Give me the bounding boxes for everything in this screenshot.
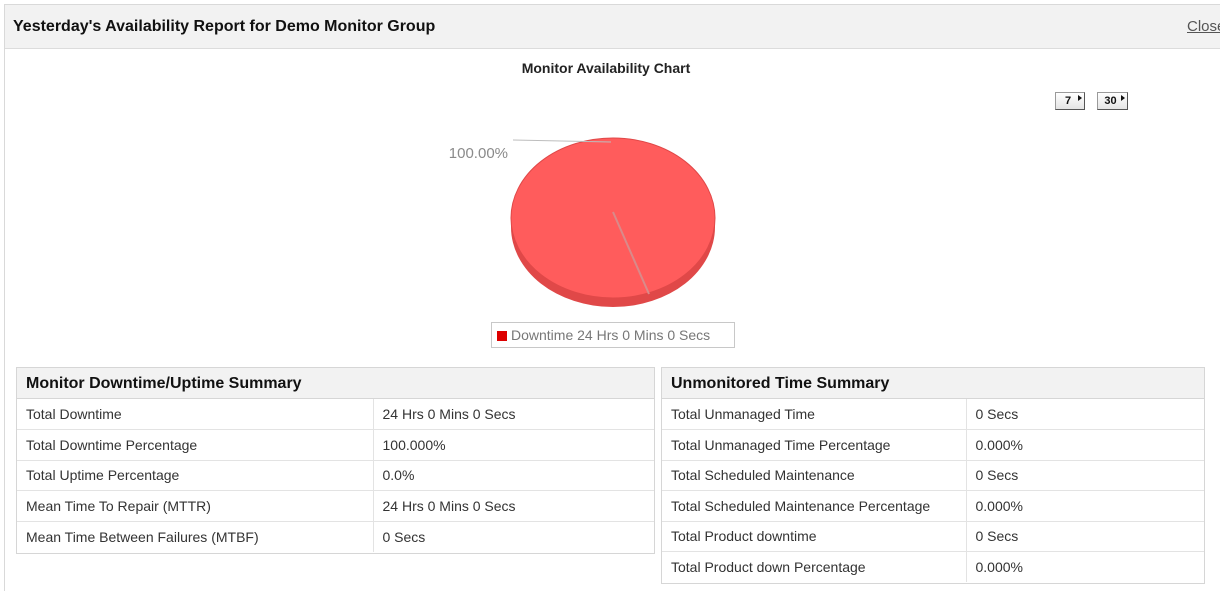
unmonitored-summary-label: Total Product downtime [662,521,966,552]
unmonitored-summary-label: Total Unmanaged Time [662,399,966,430]
unmonitored-summary-row: Total Unmanaged Time 0 Secs [662,399,1204,430]
downtime-summary-value: 100.000% [372,429,654,461]
legend-swatch-downtime [497,331,507,341]
downtime-summary-label: Total Downtime [17,399,373,430]
unmonitored-summary-row: Total Product down Percentage 0.000% [662,551,1204,582]
unmonitored-summary-value: 0 Secs [965,521,1204,552]
downtime-summary-title: Monitor Downtime/Uptime Summary [17,368,654,399]
unmonitored-summary-value: 0.000% [965,551,1204,582]
unmonitored-summary-row: Total Unmanaged Time Percentage 0.000% [662,429,1204,461]
unmonitored-summary-table: Total Unmanaged Time 0 Secs Total Unmanage… [662,399,1204,582]
legend-label-downtime: Downtime 24 Hrs 0 Mins 0 Secs [511,327,711,343]
unmonitored-summary-panel: Unmonitored Time Summary Total Unmanaged… [661,367,1205,584]
chart-legend: Downtime 24 Hrs 0 Mins 0 Secs [491,322,735,348]
downtime-summary-row: Total Downtime 24 Hrs 0 Mins 0 Secs [17,399,654,430]
downtime-summary-value: 0.0% [372,460,654,491]
downtime-summary-label: Mean Time To Repair (MTTR) [17,490,373,522]
unmonitored-summary-title: Unmonitored Time Summary [662,368,1204,399]
downtime-summary-value: 24 Hrs 0 Mins 0 Secs [372,399,654,430]
downtime-summary-row: Mean Time Between Failures (MTBF) 0 Secs [17,521,654,552]
unmonitored-summary-value: 0 Secs [965,399,1204,430]
downtime-summary-table: Total Downtime 24 Hrs 0 Mins 0 Secs Total … [17,399,654,552]
downtime-summary-label: Total Downtime Percentage [17,429,373,461]
unmonitored-summary-label: Total Product down Percentage [671,559,866,575]
pie-slice-downtime[interactable] [510,137,716,299]
availability-pie-chart: 100.00% [449,137,716,307]
downtime-summary-panel: Monitor Downtime/Uptime Summary Total Do… [16,367,655,554]
downtime-summary-row: Total Uptime Percentage 0.0% [17,460,654,491]
unmonitored-summary-value: 0.000% [965,429,1204,461]
downtime-summary-label: Mean Time Between Failures (MTBF) [26,528,259,545]
downtime-summary-value: 0 Secs [372,521,654,552]
unmonitored-summary-row: Total Product downtime 0 Secs [662,521,1204,552]
downtime-summary-row: Total Downtime Percentage 100.000% [17,429,654,461]
unmonitored-summary-label: Total Scheduled Maintenance [662,460,966,491]
unmonitored-summary-row: Total Scheduled Maintenance 0 Secs [662,460,1204,491]
downtime-summary-label: Total Uptime Percentage [17,460,373,491]
unmonitored-summary-value: 0.000% [965,490,1204,522]
downtime-summary-value: 24 Hrs 0 Mins 0 Secs [372,490,654,522]
unmonitored-summary-label: Total Unmanaged Time Percentage [662,429,966,461]
unmonitored-summary-value: 0 Secs [965,460,1204,491]
unmonitored-summary-row: Total Scheduled Maintenance Percentage 0.… [662,490,1204,522]
unmonitored-summary-label: Total Scheduled Maintenance Percentage [662,490,966,522]
pie-data-label: 100.00% [449,145,508,162]
downtime-summary-row: Mean Time To Repair (MTTR) 24 Hrs 0 Mins … [17,490,654,522]
